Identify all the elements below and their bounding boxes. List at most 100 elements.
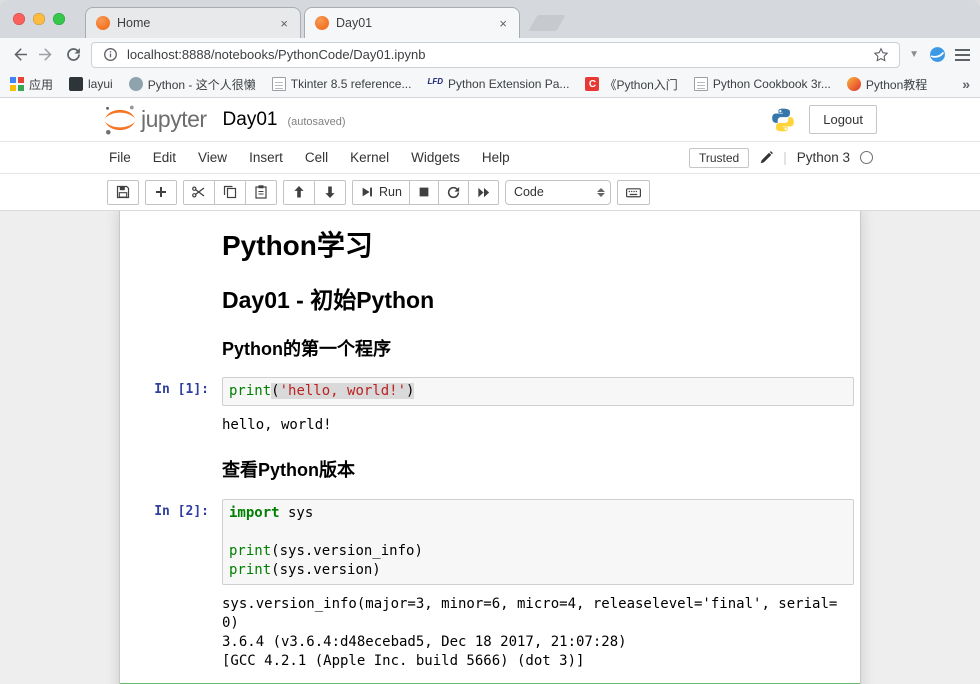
- bookmark-label: Tkinter 8.5 reference...: [291, 77, 412, 91]
- move-cell-up-button[interactable]: [283, 180, 315, 205]
- bookmark-python-extension[interactable]: LFD Python Extension Pa...: [427, 77, 569, 91]
- bookmark-python-intro[interactable]: C 《Python入门: [585, 76, 677, 93]
- input-prompt: In [2]:: [126, 499, 222, 585]
- output-prompt: [126, 591, 222, 677]
- step-forward-run-icon: [360, 185, 374, 199]
- bookmark-label: 应用: [29, 76, 53, 93]
- apps-grid-icon: [10, 77, 24, 91]
- notebook-h2: Day01 - 初始Python: [222, 287, 854, 313]
- separator: |: [783, 150, 787, 165]
- bookmark-python-cookbook[interactable]: Python Cookbook 3r...: [694, 77, 831, 91]
- code-input-1[interactable]: print('hello, world!'): [222, 377, 854, 406]
- logout-button[interactable]: Logout: [809, 105, 877, 134]
- python-logo-icon: [770, 107, 796, 133]
- bookmark-label: layui: [88, 77, 113, 91]
- markdown-cell-first-program[interactable]: Python的第一个程序: [120, 326, 860, 372]
- zoom-window-button[interactable]: [53, 13, 65, 25]
- copy-cell-button[interactable]: [214, 180, 246, 205]
- stop-icon: [417, 185, 431, 199]
- downloads-arrow-icon[interactable]: ▼: [909, 49, 919, 60]
- bookmarks-overflow-chevron[interactable]: »: [962, 76, 970, 92]
- window-controls: [13, 13, 65, 25]
- tab-close-icon[interactable]: ×: [497, 15, 509, 32]
- run-cell-button[interactable]: Run: [352, 180, 410, 205]
- tab-home-label: Home: [117, 16, 271, 30]
- edit-mode-pencil-icon: [759, 151, 773, 165]
- page-info-icon[interactable]: [101, 46, 119, 64]
- browser-menu-icon[interactable]: [955, 49, 970, 61]
- markdown-cell-day01[interactable]: Day01 - 初始Python: [120, 274, 860, 325]
- navigation-bar: localhost:8888/notebooks/PythonCode/Day0…: [0, 38, 980, 71]
- notebook-title[interactable]: Day01: [223, 109, 278, 131]
- reload-icon[interactable]: [64, 46, 82, 64]
- restart-run-all-button[interactable]: [468, 180, 499, 205]
- menu-view[interactable]: View: [187, 150, 238, 165]
- menu-cell[interactable]: Cell: [294, 150, 339, 165]
- jupyter-logo[interactable]: jupyter: [103, 103, 207, 137]
- close-window-button[interactable]: [13, 13, 25, 25]
- fast-forward-icon: [476, 185, 491, 200]
- book-favicon-icon: [694, 77, 708, 91]
- paste-cell-button[interactable]: [245, 180, 277, 205]
- minimize-window-button[interactable]: [33, 13, 45, 25]
- cell-type-select[interactable]: Code: [505, 180, 611, 205]
- cell-output-1: hello, world!: [222, 412, 854, 441]
- notebook-scroll-area[interactable]: Python学习 Day01 - 初始Python Python的第一个程序 I…: [0, 211, 980, 684]
- input-prompt: In [1]:: [126, 377, 222, 406]
- menu-bar: File Edit View Insert Cell Kernel Widget…: [0, 142, 980, 174]
- arrow-down-icon: [322, 184, 338, 200]
- back-icon[interactable]: [10, 46, 28, 64]
- run-label: Run: [379, 185, 402, 199]
- code-cell-1[interactable]: In [1]: print('hello, world!') hello, wo…: [120, 371, 860, 447]
- jupyter-wordmark: jupyter: [141, 106, 207, 133]
- forward-icon[interactable]: [37, 46, 55, 64]
- url-text[interactable]: localhost:8888/notebooks/PythonCode/Day0…: [127, 47, 864, 62]
- save-button[interactable]: [107, 180, 139, 205]
- menu-help[interactable]: Help: [471, 150, 521, 165]
- bookmark-tkinter-reference[interactable]: Tkinter 8.5 reference...: [272, 77, 412, 91]
- tab-home[interactable]: Home ×: [85, 7, 301, 38]
- extension-globe-icon[interactable]: [928, 46, 946, 64]
- jupyter-header: jupyter Day01 (autosaved) Logout: [0, 98, 980, 142]
- markdown-cell-check-version[interactable]: 查看Python版本: [120, 447, 860, 493]
- plus-icon: [153, 184, 169, 200]
- menu-widgets[interactable]: Widgets: [400, 150, 471, 165]
- keyboard-icon: [625, 184, 642, 201]
- jupyter-favicon-icon: [315, 16, 329, 30]
- bookmark-apps[interactable]: 应用: [10, 76, 53, 93]
- new-tab-button[interactable]: [528, 15, 565, 31]
- notebook-title-area: Day01 (autosaved): [223, 109, 346, 131]
- command-palette-button[interactable]: [617, 180, 650, 205]
- notebook-h1: Python学习: [222, 230, 854, 262]
- tab-close-icon[interactable]: ×: [278, 15, 290, 32]
- cell-type-value: Code: [514, 185, 544, 199]
- bookmark-python-tutorial[interactable]: Python教程: [847, 76, 927, 93]
- toolbar: Run Code: [0, 174, 980, 211]
- add-cell-button[interactable]: [145, 180, 177, 205]
- checkpoint-status: (autosaved): [287, 116, 345, 128]
- bookmark-star-icon[interactable]: [872, 46, 890, 64]
- menu-kernel[interactable]: Kernel: [339, 150, 400, 165]
- markdown-cell-title[interactable]: Python学习: [120, 217, 860, 274]
- copy-icon: [222, 184, 238, 200]
- tab-day01[interactable]: Day01 ×: [304, 7, 520, 38]
- address-bar[interactable]: localhost:8888/notebooks/PythonCode/Day0…: [91, 42, 900, 68]
- code-cell-2[interactable]: In [2]: import sys print(sys.version_inf…: [120, 493, 860, 683]
- restart-kernel-button[interactable]: [438, 180, 469, 205]
- move-cell-down-button[interactable]: [314, 180, 346, 205]
- interrupt-kernel-button[interactable]: [409, 180, 439, 205]
- layui-favicon-icon: [69, 77, 83, 91]
- code-input-2[interactable]: import sys print(sys.version_info)print(…: [222, 499, 854, 585]
- bookmark-python-blog[interactable]: Python - 这个人很懒: [129, 76, 256, 93]
- output-prompt: [126, 412, 222, 441]
- bookmark-layui[interactable]: layui: [69, 77, 113, 91]
- menu-file[interactable]: File: [107, 150, 142, 165]
- menu-edit[interactable]: Edit: [142, 150, 187, 165]
- arrow-up-icon: [291, 184, 307, 200]
- browser-window: Home × Day01 × localhost:8888/notebooks: [0, 0, 980, 684]
- cut-cell-button[interactable]: [183, 180, 215, 205]
- jupyter-favicon-icon: [96, 16, 110, 30]
- kernel-name: Python 3: [797, 150, 850, 165]
- menu-insert[interactable]: Insert: [238, 150, 294, 165]
- bookmark-label: 《Python入门: [604, 76, 677, 93]
